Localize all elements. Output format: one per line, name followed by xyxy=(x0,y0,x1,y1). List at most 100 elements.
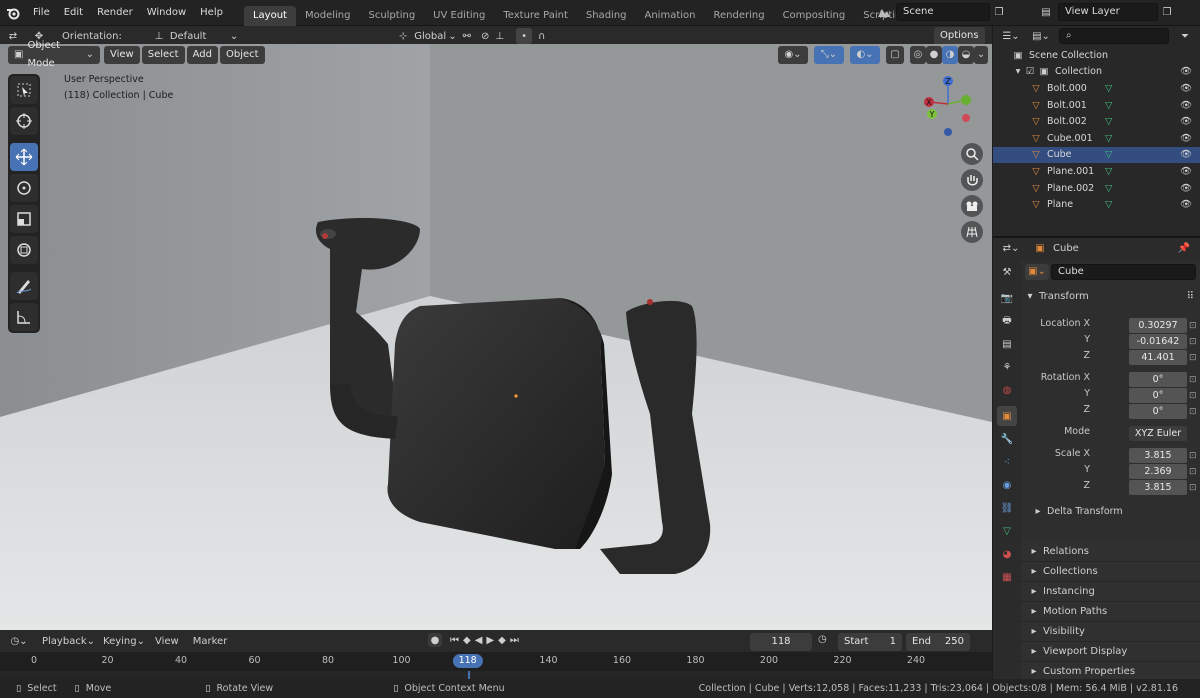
mesh-data-icon[interactable]: ▽ xyxy=(1105,100,1112,111)
lock-icon[interactable]: ⊡ xyxy=(1189,464,1197,480)
outliner-item[interactable]: ▽ Plane.002 ▽ 👁 xyxy=(993,180,1200,197)
lock-icon[interactable]: ⊡ xyxy=(1189,350,1197,366)
eye-icon[interactable]: 👁 xyxy=(1180,133,1192,144)
lock-icon[interactable]: ⊡ xyxy=(1189,318,1197,334)
tool-tab[interactable]: ⚒ xyxy=(997,262,1017,282)
select-box-tool[interactable] xyxy=(10,76,38,104)
eye-icon[interactable]: 👁 xyxy=(1180,66,1192,77)
play-icon[interactable]: ▶ xyxy=(486,635,494,646)
properties-editor-icon[interactable]: ⇄⌄ xyxy=(999,243,1023,254)
material-tab[interactable]: ◕ xyxy=(997,544,1017,564)
modifier-tab[interactable]: 🔧 xyxy=(997,429,1017,449)
outliner-editor-icon[interactable]: ☰⌄ xyxy=(999,31,1023,42)
zoom-icon[interactable] xyxy=(961,143,983,165)
visibility-eye-icon[interactable]: ◉⌄ xyxy=(778,46,808,64)
mesh-data-icon[interactable]: ▽ xyxy=(1105,166,1112,177)
outliner-item[interactable]: ▽ Plane.001 ▽ 👁 xyxy=(993,163,1200,180)
display-mode-icon[interactable]: ▤⌄ xyxy=(1029,31,1053,42)
chevron-down-icon[interactable]: ⌄ xyxy=(230,31,238,42)
snap-target-icon[interactable]: ⊥ xyxy=(495,31,504,42)
eye-icon[interactable]: 👁 xyxy=(1180,199,1192,210)
eye-icon[interactable]: 👁 xyxy=(1180,116,1192,127)
checkbox-icon[interactable]: ☑ xyxy=(1023,66,1037,77)
tab-animation[interactable]: Animation xyxy=(636,6,705,26)
prev-keyframe-icon[interactable]: ◆ xyxy=(463,635,471,646)
pan-hand-icon[interactable] xyxy=(961,169,983,191)
constraints-tab[interactable]: ⛓ xyxy=(997,498,1017,518)
timeline-editor-icon[interactable]: ◷⌄ xyxy=(4,636,34,647)
world-tab[interactable]: ◍ xyxy=(997,380,1017,400)
texture-tab[interactable]: ▦ xyxy=(997,567,1017,587)
panel-header[interactable]: ▸ Collections xyxy=(1021,562,1200,582)
eye-icon[interactable]: 👁 xyxy=(1180,149,1192,160)
move-tool[interactable] xyxy=(10,143,38,171)
blender-logo-icon[interactable] xyxy=(0,0,26,26)
playhead-frame-indicator[interactable]: 118 xyxy=(452,654,483,668)
rendered-shading-icon[interactable]: ◒ xyxy=(958,46,974,64)
view-layer-tab[interactable]: ▤ xyxy=(997,334,1017,354)
drag-handle-icon[interactable]: ⠿ xyxy=(1187,291,1194,302)
object-datablock-icon[interactable]: ▣⌄ xyxy=(1025,264,1049,280)
tab-texture-paint[interactable]: Texture Paint xyxy=(494,6,577,26)
particles-tab[interactable]: ⁖ xyxy=(997,452,1017,472)
tab-uv-editing[interactable]: UV Editing xyxy=(424,6,494,26)
pin-icon[interactable]: 📌 xyxy=(1178,243,1190,254)
output-tab[interactable]: 🖶 xyxy=(997,311,1017,331)
rotation-mode-dropdown[interactable]: XYZ Euler xyxy=(1129,426,1187,441)
chevron-down-icon[interactable]: ⌄ xyxy=(448,31,456,42)
editor-type-icon[interactable]: ⇄ xyxy=(0,31,26,42)
outliner-search-input[interactable]: ⌕ xyxy=(1059,28,1169,44)
select-menu[interactable]: Select xyxy=(141,46,185,64)
object-mode-dropdown[interactable]: ▣ Object Mode ⌄ xyxy=(8,40,100,69)
3d-viewport[interactable]: User Perspective (118) Collection | Cube xyxy=(0,44,992,630)
outliner-item[interactable]: ▽ Cube ▽ 👁 xyxy=(993,146,1200,164)
menu-window[interactable]: Window xyxy=(140,0,193,26)
tab-compositing[interactable]: Compositing xyxy=(774,6,855,26)
solid-shading-icon[interactable]: ● xyxy=(926,46,942,64)
render-tab[interactable]: 📷 xyxy=(997,288,1017,308)
lock-icon[interactable]: ⊡ xyxy=(1189,388,1197,404)
gizmo-toggle-icon[interactable]: ⤡⌄ xyxy=(814,46,844,64)
options-button[interactable]: Options xyxy=(934,27,985,45)
outliner-item[interactable]: ▽ Bolt.001 ▽ 👁 xyxy=(993,97,1200,114)
keying-menu[interactable]: Keying xyxy=(103,636,137,647)
playback-menu[interactable]: Playback xyxy=(42,636,87,647)
eye-icon[interactable]: 👁 xyxy=(1180,183,1192,194)
snap-icon[interactable]: ⊘ xyxy=(481,31,489,42)
panel-header[interactable]: ▸ Relations xyxy=(1021,542,1200,562)
object-name-field[interactable]: Cube xyxy=(1051,264,1196,280)
tab-shading[interactable]: Shading xyxy=(577,6,636,26)
mesh-data-icon[interactable]: ▽ xyxy=(1105,199,1112,210)
physics-tab[interactable]: ◉ xyxy=(997,475,1017,495)
mesh-data-icon[interactable]: ▽ xyxy=(1105,83,1112,94)
location-y-field[interactable]: -0.01642 xyxy=(1129,334,1187,349)
new-view-layer-icon[interactable]: ❐ xyxy=(1158,7,1176,18)
pivot-icon[interactable]: ⚯ xyxy=(463,31,471,42)
annotate-tool[interactable] xyxy=(10,272,38,300)
timeline-view-menu[interactable]: View xyxy=(155,636,179,647)
lock-icon[interactable]: ⊡ xyxy=(1189,372,1197,388)
play-reverse-icon[interactable]: ◀ xyxy=(475,635,483,646)
shading-options-icon[interactable]: ⌄ xyxy=(974,46,988,64)
rotation-x-field[interactable]: 0° xyxy=(1129,372,1187,387)
mesh-data-tab[interactable]: ▽ xyxy=(997,521,1017,541)
record-icon[interactable]: ● xyxy=(428,633,442,647)
lock-icon[interactable]: ⊡ xyxy=(1189,404,1197,420)
xray-icon[interactable]: ▢ xyxy=(886,46,904,64)
panel-header[interactable]: ▸ Visibility xyxy=(1021,622,1200,642)
overlays-icon[interactable]: ◐⌄ xyxy=(850,46,880,64)
mesh-data-icon[interactable]: ▽ xyxy=(1105,116,1112,127)
outliner-item[interactable]: ▽ Plane ▽ 👁 xyxy=(993,196,1200,213)
scene-icon[interactable] xyxy=(872,6,896,18)
add-menu[interactable]: Add xyxy=(186,46,218,64)
tab-rendering[interactable]: Rendering xyxy=(704,6,773,26)
object-tab[interactable]: ▣ xyxy=(997,406,1017,426)
ortho-grid-icon[interactable] xyxy=(961,221,983,243)
lock-icon[interactable]: ⊡ xyxy=(1189,334,1197,350)
tab-modeling[interactable]: Modeling xyxy=(296,6,360,26)
transform-panel-header[interactable]: ▾ Transform ⠿ xyxy=(1021,286,1200,306)
marker-menu[interactable]: Marker xyxy=(193,636,228,647)
scale-y-field[interactable]: 2.369 xyxy=(1129,464,1187,479)
scene-tab[interactable]: ⚘ xyxy=(997,357,1017,377)
lock-icon[interactable]: ⊡ xyxy=(1189,448,1197,464)
